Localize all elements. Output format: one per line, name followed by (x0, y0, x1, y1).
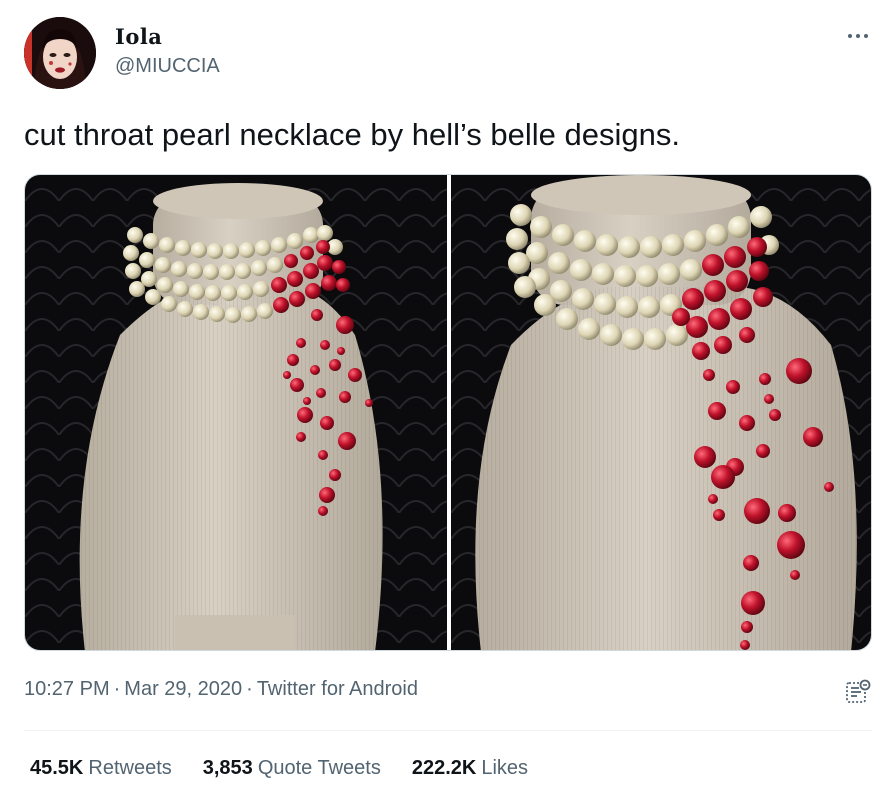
likes-count: 222.2K (411, 757, 477, 779)
meta-separator: · (113, 678, 121, 700)
likes-stat[interactable]: 222.2K Likes (412, 757, 528, 780)
avatar[interactable] (24, 17, 96, 89)
necklace-photo-angle[interactable] (451, 175, 871, 650)
analytics-button[interactable] (845, 679, 871, 705)
meta-separator: · (246, 678, 253, 700)
more-dots-icon (848, 34, 852, 38)
retweets-stat[interactable]: 45.5K Retweets (30, 757, 172, 780)
analytics-icon (846, 679, 871, 703)
tweet-meta: 10:27 PM · Mar 29, 2020 · Twitter for Androi… (24, 678, 418, 701)
tweet-media[interactable] (24, 174, 872, 651)
likes-label: Likes (481, 757, 529, 779)
tweet-text: cut throat pearl necklace by hell’s bell… (24, 117, 680, 152)
tweet-time[interactable]: 10:27 PM (24, 678, 110, 700)
quote-tweets-count: 3,853 (202, 757, 253, 779)
more-options-button[interactable] (843, 24, 873, 48)
tweet-stats: 45.5K Retweets 3,853 Quote Tweets 222.2K Li… (30, 757, 559, 780)
avatar-image (24, 17, 96, 89)
author-handle[interactable]: @MIUCCIA (115, 55, 220, 78)
more-dots-icon (856, 34, 860, 38)
more-dots-icon (864, 34, 868, 38)
divider (24, 730, 872, 731)
necklace-photo-angle-image (451, 175, 871, 650)
tweet-source[interactable]: Twitter for Android (257, 678, 418, 700)
retweets-label: Retweets (88, 757, 172, 779)
tweet-date[interactable]: Mar 29, 2020 (124, 678, 242, 700)
author-display-name[interactable]: Iola (115, 24, 162, 49)
necklace-photo-front-image (25, 175, 447, 650)
quote-tweets-label: Quote Tweets (257, 757, 381, 779)
quote-tweets-stat[interactable]: 3,853 Quote Tweets (203, 757, 381, 780)
retweets-count: 45.5K (30, 757, 84, 779)
necklace-photo-front[interactable] (25, 175, 447, 650)
